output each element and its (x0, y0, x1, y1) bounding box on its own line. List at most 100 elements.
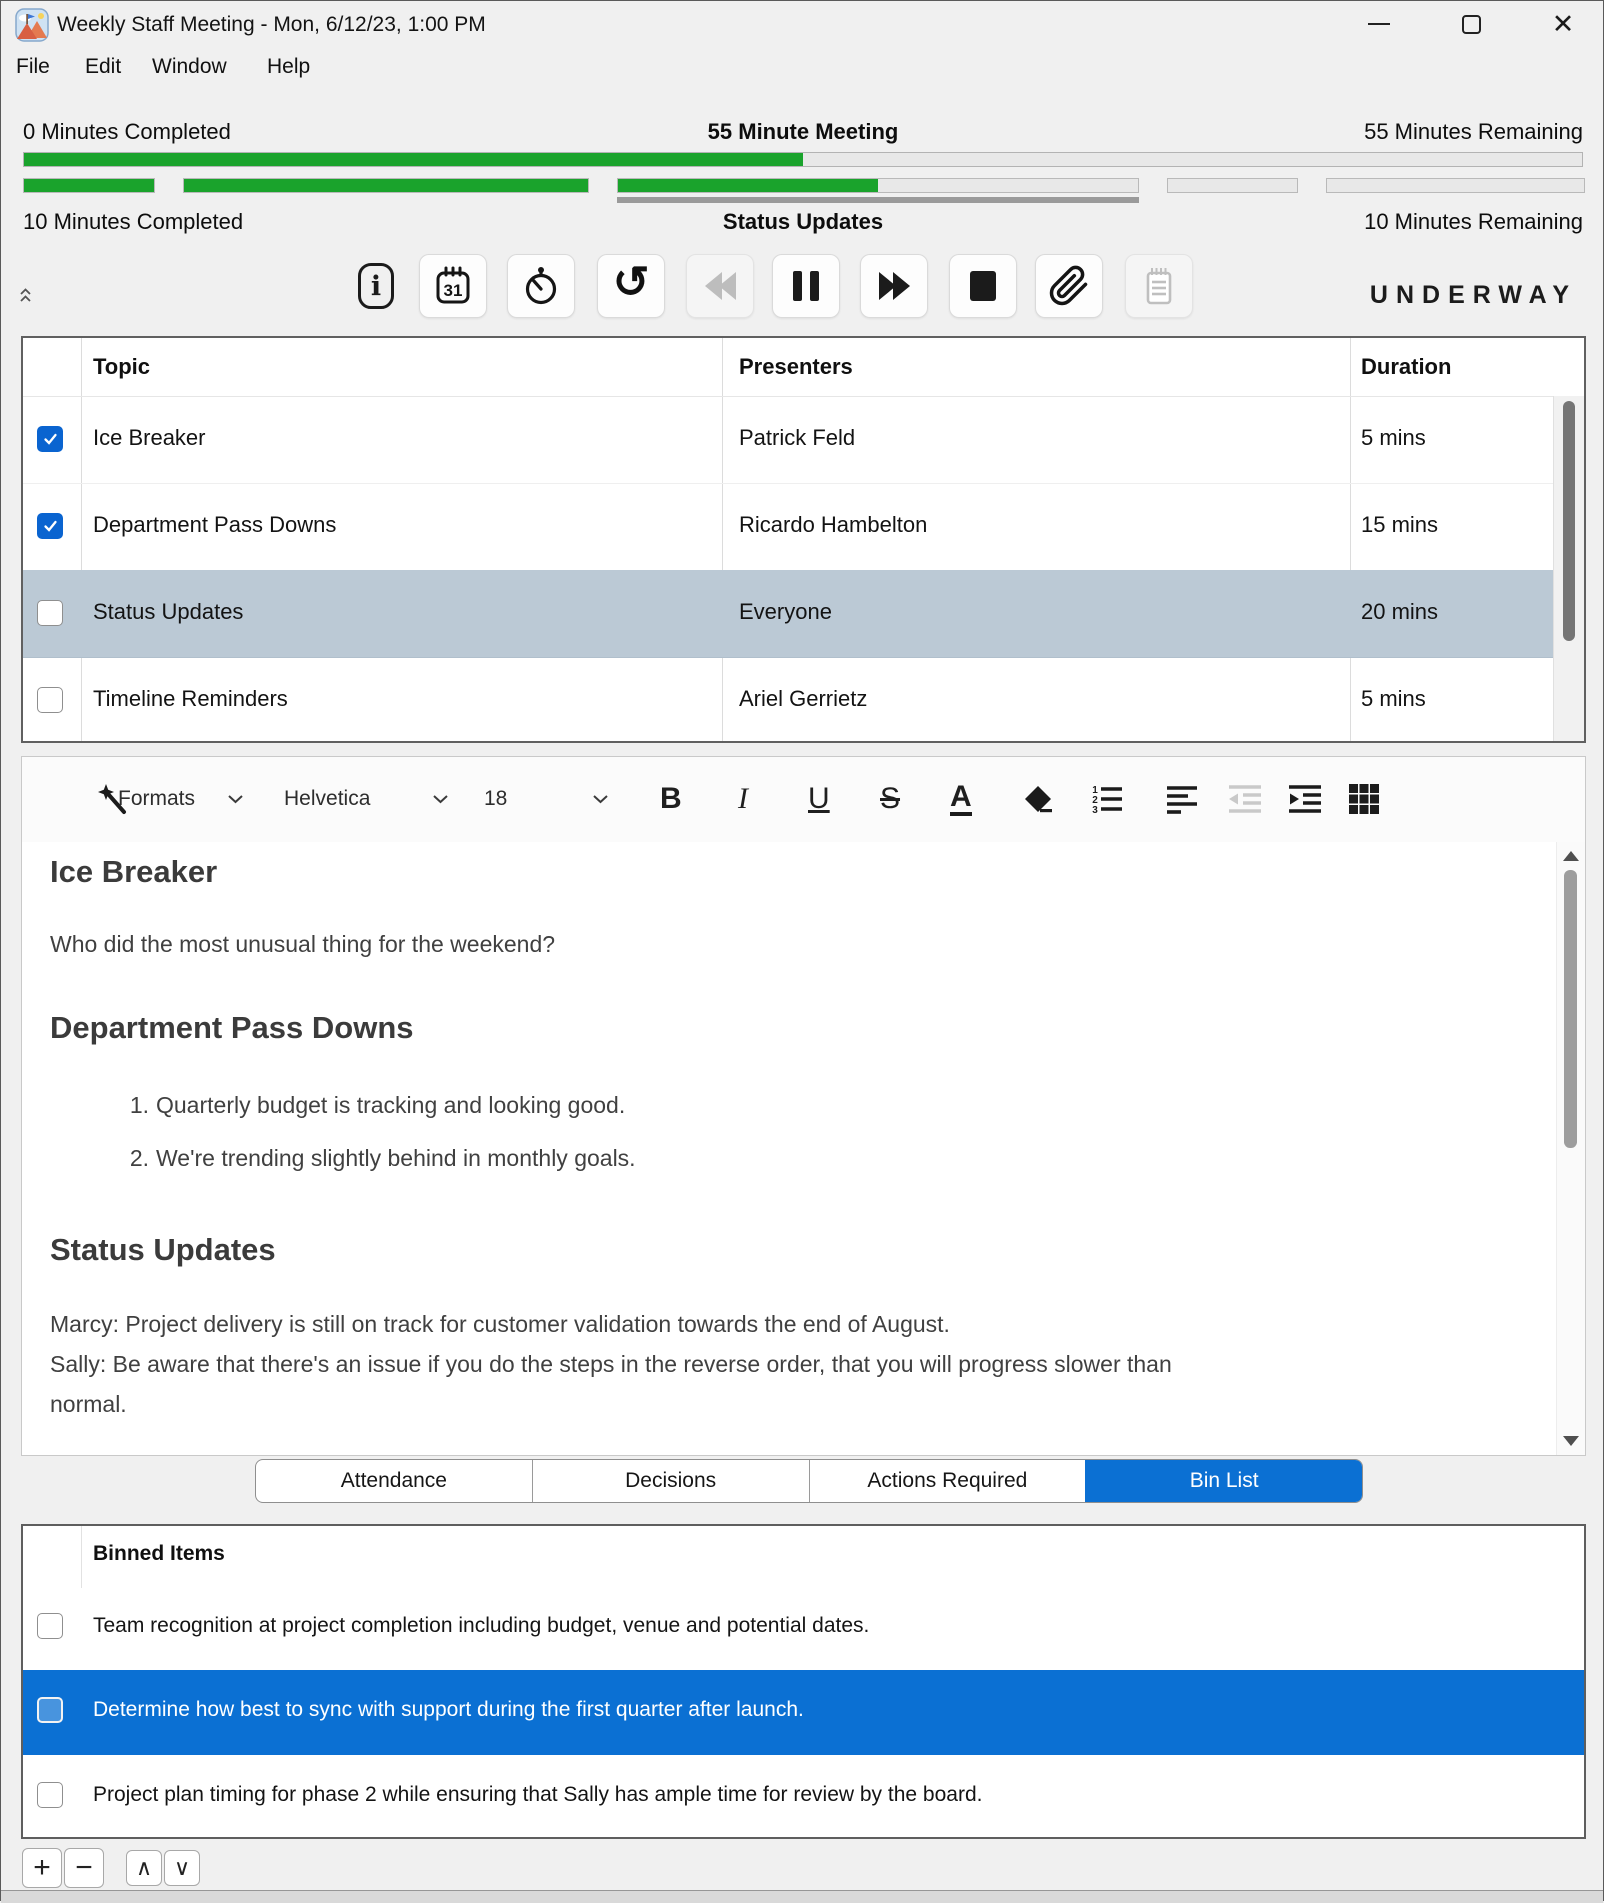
overall-progress-labels: 0 Minutes Completed 55 Minute Meeting 55… (23, 119, 1583, 147)
info-icon[interactable]: i (358, 263, 394, 309)
row-checkbox[interactable] (37, 513, 63, 539)
editor-content[interactable]: Ice Breaker Who did the most unusual thi… (22, 842, 1585, 1455)
table-row[interactable]: Timeline Reminders Ariel Gerrietz 5 mins (23, 657, 1553, 745)
bin-item-row-selected[interactable]: Determine how best to sync with support … (23, 1670, 1584, 1755)
tab-attendance[interactable]: Attendance (256, 1460, 532, 1502)
formats-dropdown[interactable]: Formats (118, 757, 195, 841)
table-row[interactable]: Ice Breaker Patrick Feld 5 mins (23, 396, 1553, 484)
column-header-presenters: Presenters (739, 354, 853, 380)
pause-icon (793, 271, 819, 301)
maximize-button[interactable] (1433, 1, 1509, 47)
pause-button[interactable] (772, 254, 840, 318)
minimize-button[interactable] (1341, 1, 1417, 47)
tab-actions-required[interactable]: Actions Required (809, 1460, 1086, 1502)
agenda-table: Topic Presenters Duration Ice Breaker Pa… (21, 336, 1586, 743)
tab-bin-list[interactable]: Bin List (1085, 1460, 1362, 1502)
maximize-icon (1462, 15, 1481, 34)
table-row-selected[interactable]: Status Updates Everyone 20 mins (23, 570, 1553, 658)
formats-chevron-icon[interactable] (227, 757, 244, 841)
editor-list-item: 2.We're trending slightly behind in mont… (156, 1145, 636, 1172)
editor-scrollbar-thumb[interactable] (1564, 870, 1577, 1148)
overall-progress-bar (23, 152, 1583, 167)
rewind-button[interactable] (686, 254, 754, 318)
overall-progress-fill (24, 153, 803, 166)
bin-item-checkbox[interactable] (37, 1782, 63, 1808)
window-bottom-edge (1, 1890, 1603, 1903)
menu-help[interactable]: Help (267, 51, 310, 83)
bold-button[interactable]: B (660, 757, 682, 841)
text-color-button[interactable]: A (950, 757, 972, 841)
fast-forward-icon (879, 272, 910, 300)
menu-window[interactable]: Window (152, 51, 227, 83)
current-topic-label: Status Updates (23, 209, 1583, 235)
collapse-panel-button[interactable] (19, 287, 32, 305)
stop-button[interactable] (949, 254, 1017, 318)
duration-cell: 5 mins (1361, 425, 1426, 451)
timer-button[interactable] (507, 254, 575, 318)
row-checkbox[interactable] (37, 426, 63, 452)
agenda-scrollbar[interactable] (1553, 396, 1584, 741)
bin-item-row[interactable]: Team recognition at project completion i… (23, 1586, 1584, 1671)
tab-decisions[interactable]: Decisions (532, 1460, 809, 1502)
column-header-duration: Duration (1361, 354, 1451, 380)
font-chevron-icon[interactable] (432, 757, 449, 841)
row-checkbox[interactable] (37, 600, 63, 626)
outdent-button[interactable] (1228, 757, 1262, 841)
meeting-length-label: 55 Minute Meeting (23, 119, 1583, 145)
indent-icon (1288, 784, 1322, 814)
table-row[interactable]: Department Pass Downs Ricardo Hambelton … (23, 483, 1553, 571)
calendar-button[interactable]: 31 (419, 254, 487, 318)
add-item-button[interactable]: + (22, 1848, 62, 1888)
calendar-icon: 31 (434, 266, 472, 306)
menu-edit[interactable]: Edit (85, 51, 121, 83)
column-divider (81, 1526, 82, 1588)
svg-text:31: 31 (444, 281, 463, 300)
eraser-icon (1022, 783, 1054, 815)
size-chevron-icon[interactable] (592, 757, 609, 841)
editor-list-item: 1.Quarterly budget is tracking and looki… (156, 1092, 625, 1119)
close-button[interactable]: ✕ (1525, 1, 1601, 47)
editor-heading: Ice Breaker (50, 854, 217, 890)
font-size-dropdown[interactable]: 18 (484, 757, 507, 841)
align-left-button[interactable] (1166, 757, 1198, 841)
notes-button[interactable] (1125, 254, 1193, 318)
fast-forward-button[interactable] (860, 254, 928, 318)
agenda-header-row: Topic Presenters Duration (23, 338, 1553, 397)
bin-item-checkbox[interactable] (37, 1697, 63, 1723)
scroll-up-icon[interactable] (1563, 851, 1579, 861)
column-header-topic: Topic (93, 354, 150, 380)
duration-cell: 5 mins (1361, 686, 1426, 712)
progress-segment (183, 178, 589, 193)
font-family-dropdown[interactable]: Helvetica (284, 757, 370, 841)
row-checkbox[interactable] (37, 687, 63, 713)
bin-item-row[interactable]: Project plan timing for phase 2 while en… (23, 1755, 1584, 1839)
topic-cell: Ice Breaker (93, 425, 206, 451)
agenda-scrollbar-thumb[interactable] (1563, 401, 1575, 641)
italic-button[interactable]: I (738, 757, 748, 841)
menu-file[interactable]: File (16, 51, 50, 83)
table-grid-icon (1348, 783, 1380, 815)
move-up-button[interactable]: ∧ (126, 1850, 162, 1886)
scroll-down-icon[interactable] (1563, 1436, 1579, 1446)
attachment-button[interactable] (1035, 254, 1103, 318)
editor-scrollbar[interactable] (1556, 842, 1585, 1455)
underline-button[interactable]: U (808, 757, 830, 841)
presenter-cell: Ariel Gerrietz (739, 686, 867, 712)
progress-segment (23, 178, 155, 193)
indent-button[interactable] (1288, 757, 1322, 841)
insert-table-button[interactable] (1348, 757, 1380, 841)
remove-item-button[interactable]: − (64, 1848, 104, 1888)
bin-item-checkbox[interactable] (37, 1613, 63, 1639)
move-down-button[interactable]: ∨ (164, 1850, 200, 1886)
numbered-list-button[interactable]: 1 2 3 (1090, 757, 1124, 841)
reset-timer-button[interactable]: ↺ (597, 254, 665, 318)
menu-bar: File Edit Window Help (1, 51, 1603, 85)
strikethrough-button[interactable]: S (880, 757, 900, 841)
progress-segment (1326, 178, 1585, 193)
rewind-icon (705, 272, 736, 300)
clear-formatting-button[interactable] (1022, 757, 1054, 841)
bin-item-text: Team recognition at project completion i… (93, 1614, 869, 1638)
binned-items-panel: Binned Items Team recognition at project… (21, 1524, 1586, 1839)
progress-segment (1167, 178, 1298, 193)
editor-heading: Status Updates (50, 1232, 276, 1268)
